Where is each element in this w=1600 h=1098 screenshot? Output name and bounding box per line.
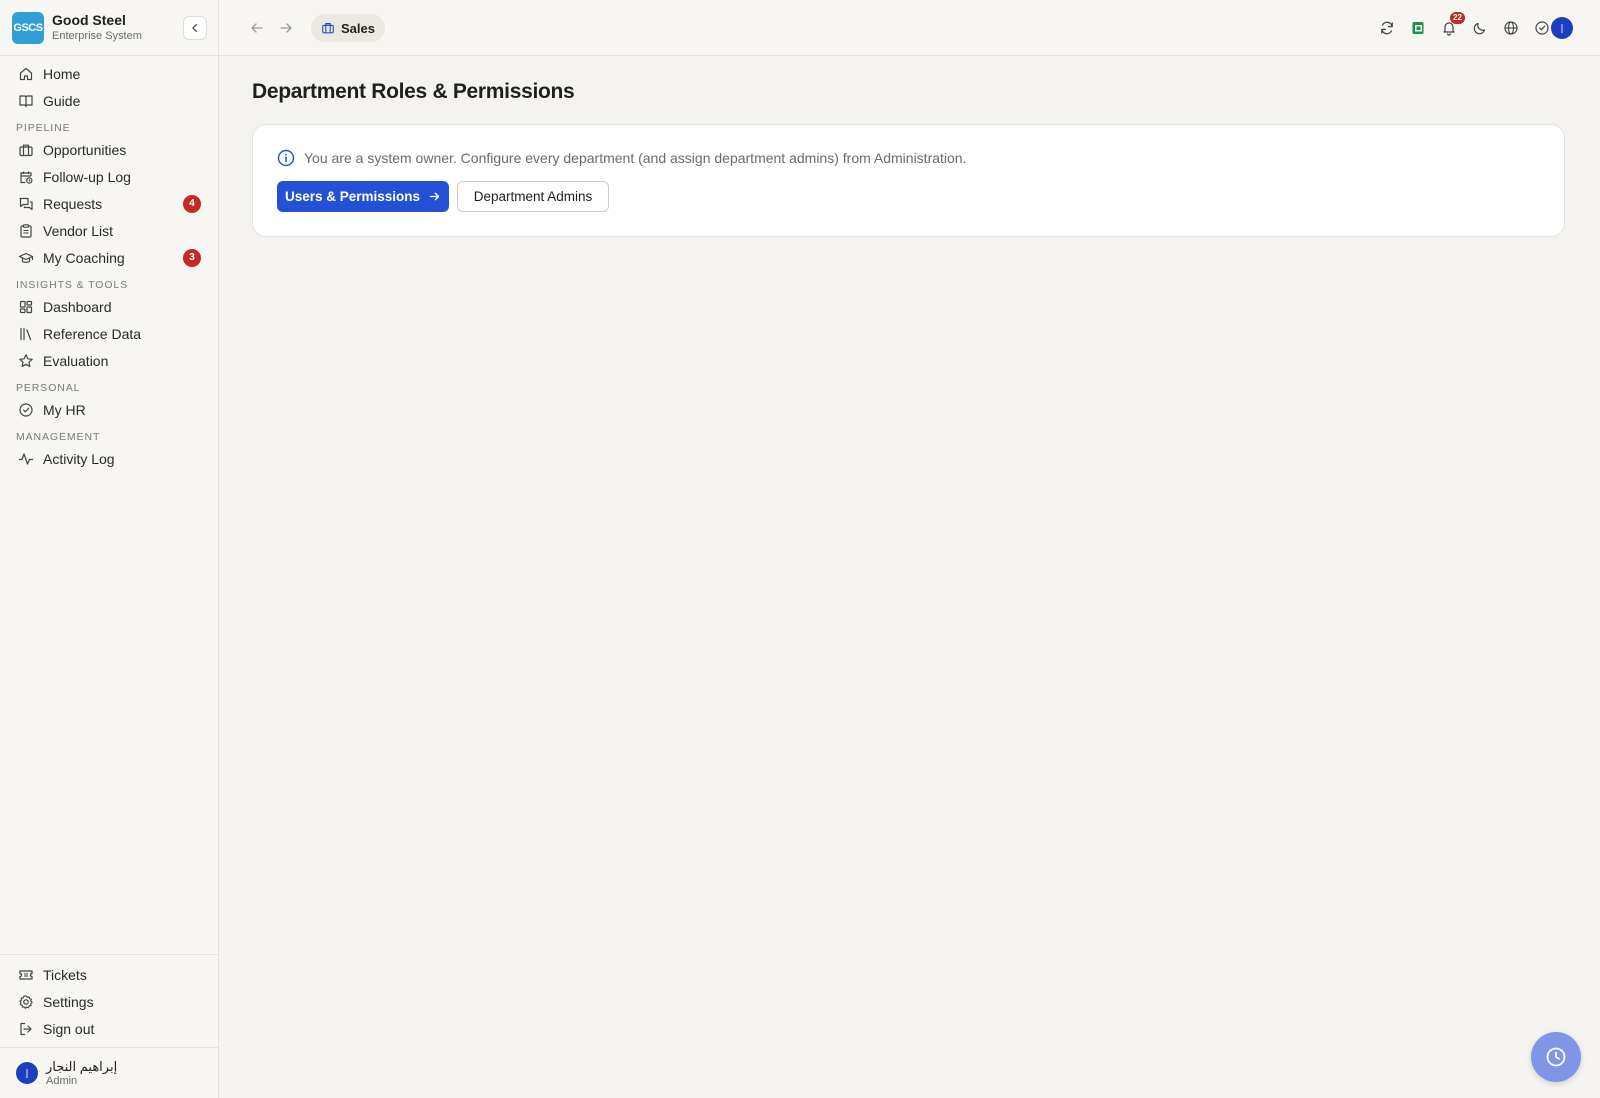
page-title: Department Roles & Permissions <box>252 80 575 103</box>
book-icon <box>19 94 33 107</box>
breadcrumb[interactable]: Sales <box>311 14 385 42</box>
button-label: Department Admins <box>473 189 593 204</box>
library-icon <box>20 327 32 340</box>
check-circle-icon <box>1535 21 1549 35</box>
globe-icon <box>1504 21 1518 35</box>
arrow-right-icon <box>280 23 292 33</box>
calendar-clock-icon <box>20 171 33 184</box>
info-message: You are a system owner. Configure every … <box>277 149 966 167</box>
notification-count-badge: 22 <box>1450 12 1465 24</box>
graduation-cap-icon <box>18 252 34 263</box>
clock-icon <box>1546 1047 1566 1067</box>
activity-icon <box>18 452 34 465</box>
button-label: Users & Permissions <box>284 189 421 204</box>
sidebar-item-my-coaching[interactable]: My Coaching 3 <box>0 244 218 271</box>
sidebar-item-settings[interactable]: Settings <box>0 988 219 1015</box>
sidebar-item-my-hr[interactable]: My HR <box>0 396 218 423</box>
star-icon <box>19 353 33 367</box>
arrow-right-icon <box>429 192 440 201</box>
section-label-pipeline: PIPELINE <box>16 122 71 134</box>
top-bar: Sales 22 إ <box>219 0 1600 56</box>
clipboard-icon <box>20 223 32 238</box>
avatar[interactable]: إ <box>1551 17 1573 39</box>
sidebar-item-reference-data[interactable]: Reference Data <box>0 320 218 347</box>
building-icon <box>322 23 334 34</box>
gear-icon <box>19 994 33 1009</box>
notifications-button[interactable]: 22 <box>1438 12 1465 39</box>
user-role: Admin <box>46 1074 78 1087</box>
chat-bubbles-icon <box>19 197 33 210</box>
sidebar-item-follow-up-log[interactable]: Follow-up Log <box>0 163 218 190</box>
sidebar: GSCS Good Steel Enterprise System Home G… <box>0 0 219 1098</box>
sidebar-item-label: Guide <box>43 92 81 109</box>
requests-count-badge: 4 <box>183 194 201 213</box>
sidebar-item-label: Evaluation <box>43 352 109 369</box>
ticket-icon <box>19 969 33 980</box>
spreadsheet-button[interactable] <box>1407 17 1429 39</box>
sidebar-item-label: Follow-up Log <box>43 168 131 185</box>
dashboard-grid-icon <box>19 300 33 313</box>
department-admins-button[interactable]: Department Admins <box>457 181 609 212</box>
language-button[interactable] <box>1500 17 1522 39</box>
sidebar-item-label: Settings <box>43 993 94 1010</box>
sidebar-item-requests[interactable]: Requests 4 <box>0 190 218 217</box>
avatar: إ <box>16 1062 38 1084</box>
sidebar-item-evaluation[interactable]: Evaluation <box>0 347 218 374</box>
sidebar-bottom-nav: Tickets Settings Sign out <box>0 954 219 1042</box>
refresh-button[interactable] <box>1376 17 1398 39</box>
brand-name: Good Steel <box>52 12 126 28</box>
brand-subtitle: Enterprise System <box>52 30 142 42</box>
breadcrumb-label: Sales <box>341 20 375 36</box>
dark-mode-toggle[interactable] <box>1469 17 1491 39</box>
sidebar-item-label: Home <box>43 65 81 82</box>
sidebar-item-label: Tickets <box>43 966 87 983</box>
collapse-sidebar-button[interactable] <box>183 16 207 40</box>
sidebar-item-sign-out[interactable]: Sign out <box>0 1015 219 1042</box>
users-permissions-button[interactable]: Users & Permissions <box>277 181 449 212</box>
sidebar-item-label: Activity Log <box>43 450 115 467</box>
sidebar-item-activity-log[interactable]: Activity Log <box>0 445 218 472</box>
sidebar-item-opportunities[interactable]: Opportunities <box>0 136 218 163</box>
sidebar-item-tickets[interactable]: Tickets <box>0 961 219 988</box>
coaching-count-badge: 3 <box>183 248 201 267</box>
permissions-card: You are a system owner. Configure every … <box>252 124 1565 237</box>
user-name: إبراهيم النجار <box>46 1058 118 1074</box>
sign-out-icon <box>20 1022 32 1035</box>
sidebar-item-label: My Coaching <box>43 249 125 266</box>
home-icon <box>19 67 33 80</box>
info-icon <box>277 149 295 167</box>
section-label-management: MANAGEMENT <box>16 431 101 443</box>
sidebar-item-label: Vendor List <box>43 222 114 239</box>
sidebar-item-label: Reference Data <box>43 325 142 342</box>
sidebar-item-label: My HR <box>43 401 86 418</box>
info-text: You are a system owner. Configure every … <box>304 150 967 166</box>
section-label-personal: PERSONAL <box>16 382 81 394</box>
sidebar-item-dashboard[interactable]: Dashboard <box>0 293 218 320</box>
history-fab-button[interactable] <box>1531 1032 1581 1082</box>
sidebar-item-guide[interactable]: Guide <box>0 87 218 114</box>
moon-icon <box>1473 22 1486 35</box>
refresh-icon <box>1381 21 1393 35</box>
arrow-left-icon <box>251 23 263 33</box>
back-button[interactable] <box>247 18 267 38</box>
sidebar-item-label: Opportunities <box>43 141 127 158</box>
user-profile[interactable]: إ إبراهيم النجار Admin <box>0 1047 219 1098</box>
brand-logo: GSCS <box>12 11 44 44</box>
sidebar-nav: Home Guide PIPELINE Opportunities Follow… <box>0 56 218 472</box>
spreadsheet-icon <box>1412 22 1424 34</box>
chevron-left-icon <box>192 23 198 33</box>
forward-button[interactable] <box>276 18 296 38</box>
sidebar-item-label: Sign out <box>43 1020 95 1037</box>
sidebar-item-label: Requests <box>43 195 103 212</box>
briefcase-icon <box>19 144 33 156</box>
check-circle-icon <box>19 402 33 417</box>
section-label-insights: INSIGHTS & TOOLS <box>16 279 129 291</box>
sidebar-item-label: Dashboard <box>43 298 112 315</box>
sidebar-item-home[interactable]: Home <box>0 60 218 87</box>
tasks-button[interactable] <box>1531 17 1553 39</box>
sidebar-item-vendor-list[interactable]: Vendor List <box>0 217 218 244</box>
